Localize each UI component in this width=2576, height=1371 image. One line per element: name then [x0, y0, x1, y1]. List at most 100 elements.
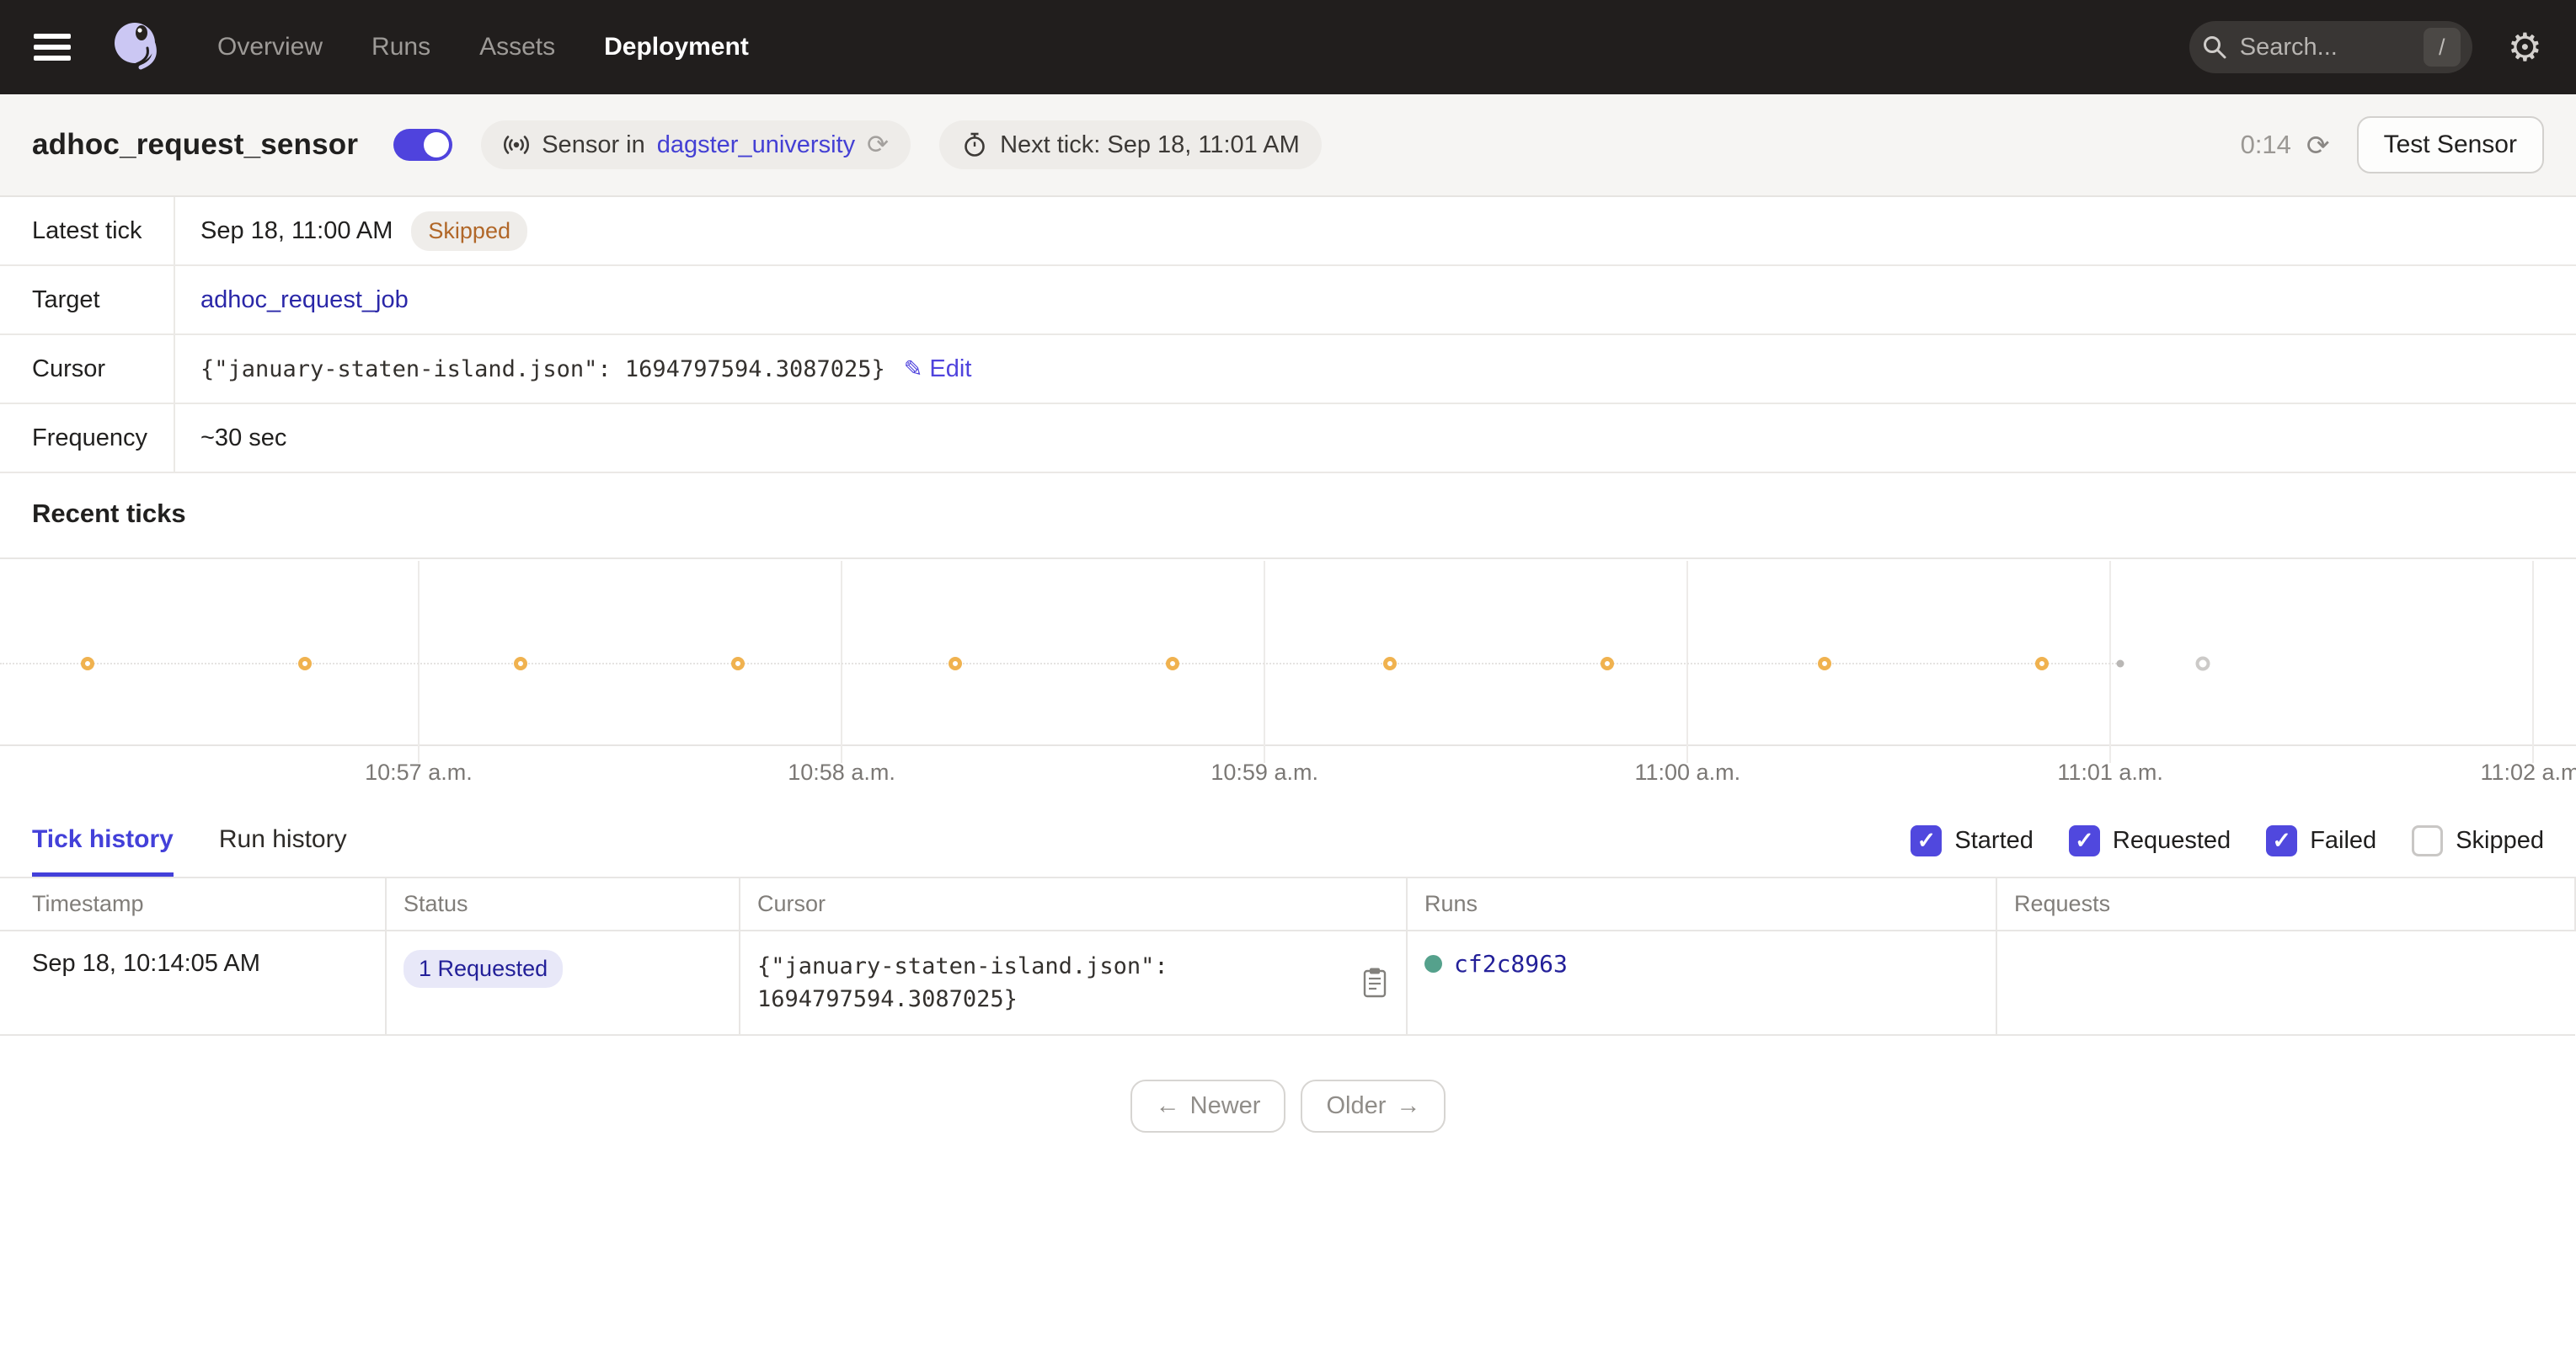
tick-marker[interactable]	[81, 657, 94, 670]
sensor-in-label: Sensor in	[542, 131, 645, 159]
test-sensor-button[interactable]: Test Sensor	[2357, 116, 2544, 173]
nav-item[interactable]: Overview	[217, 33, 323, 61]
timeline-axis-labels: 10:57 a.m.10:58 a.m.10:59 a.m.11:00 a.m.…	[0, 746, 2576, 803]
tick-marker[interactable]	[1166, 657, 1179, 670]
status-cell: 1 Requested	[386, 931, 740, 1035]
filter-label: Requested	[2113, 827, 2231, 855]
timeline-gridline	[841, 561, 842, 763]
search-shortcut-key: /	[2424, 28, 2461, 67]
hamburger-menu-icon[interactable]	[34, 34, 71, 61]
sensor-icon	[503, 131, 530, 158]
nav-items: Overview Runs Assets Deployment	[217, 33, 749, 61]
status-filter-checkbox[interactable]: Requested	[2069, 825, 2231, 856]
toggle-knob	[424, 132, 449, 157]
tick-marker[interactable]	[731, 657, 745, 670]
timeline-gridline	[2109, 561, 2111, 763]
filter-label: Failed	[2310, 827, 2376, 855]
cursor-cell: {"january-staten-island.json": 169479759…	[740, 931, 1407, 1035]
tick-marker[interactable]	[1601, 657, 1614, 670]
tick-history-table: TimestampStatusCursorRunsRequests Sep 18…	[0, 877, 2576, 1036]
run-id-link[interactable]: cf2c8963	[1454, 950, 1568, 978]
sensor-on-toggle[interactable]	[393, 129, 452, 161]
tick-marker[interactable]	[2196, 657, 2210, 671]
history-tab[interactable]: Run history	[219, 825, 347, 877]
tick-marker[interactable]	[1818, 657, 1831, 670]
nav-item[interactable]: Runs	[371, 33, 430, 61]
column-header: Status	[386, 878, 740, 931]
top-nav: Overview Runs Assets Deployment / ⚙	[0, 0, 2576, 94]
run-status-dot	[1424, 955, 1442, 973]
checkbox-icon[interactable]	[2412, 825, 2443, 856]
frequency-value: ~30 sec	[200, 424, 286, 452]
next-tick-label: Next tick: Sep 18, 11:01 AM	[1000, 131, 1300, 159]
timeline-gridline	[418, 561, 420, 763]
search-icon	[2201, 34, 2228, 61]
timeline-gridline	[1686, 561, 1688, 763]
latest-tick-label: Latest tick	[0, 197, 175, 264]
left-arrow-icon: ←	[1156, 1092, 1180, 1120]
dagster-logo[interactable]	[110, 20, 163, 74]
recent-ticks-header: Recent ticks	[0, 473, 2576, 559]
refresh-countdown: 0:14	[2241, 130, 2291, 160]
target-row: Target adhoc_request_job	[0, 266, 2576, 335]
status-filters: Started Requested Failed Skipped	[1911, 825, 2544, 877]
timeline-dotted-line	[0, 663, 2120, 664]
gear-icon[interactable]: ⚙	[2508, 28, 2542, 67]
tick-marker[interactable]	[1383, 657, 1397, 670]
skipped-status-badge: Skipped	[411, 211, 527, 251]
older-button[interactable]: Older →	[1301, 1080, 1446, 1133]
next-tick-badge: Next tick: Sep 18, 11:01 AM	[939, 120, 1322, 169]
tick-marker[interactable]	[298, 657, 312, 670]
tick-marker[interactable]	[2035, 657, 2049, 670]
edit-cursor-link[interactable]: ✎ Edit	[904, 355, 972, 383]
nav-item[interactable]: Assets	[479, 33, 555, 61]
history-tabs-row: Tick history Run history Started Requeste…	[0, 803, 2576, 877]
cursor-value: {"january-staten-island.json": 169479759…	[200, 356, 885, 382]
timeline-gridline	[1264, 561, 1265, 763]
sensor-header: adhoc_request_sensor Sensor in dagster_u…	[0, 94, 2576, 197]
tick-marker[interactable]	[949, 657, 962, 670]
tick-marker[interactable]	[2117, 660, 2124, 668]
tick-marker[interactable]	[514, 657, 527, 670]
frequency-row: Frequency ~30 sec	[0, 404, 2576, 473]
timestamp-cell: Sep 18, 10:14:05 AM	[0, 931, 386, 1035]
cursor-label: Cursor	[0, 335, 175, 403]
stopwatch-icon	[961, 131, 988, 158]
time-axis-label: 10:58 a.m.	[788, 760, 895, 786]
right-arrow-icon: →	[1396, 1092, 1420, 1120]
requested-status-badge: 1 Requested	[404, 950, 563, 988]
page-title: adhoc_request_sensor	[32, 128, 358, 162]
timeline-gridline	[2532, 561, 2534, 763]
status-filter-checkbox[interactable]: Started	[1911, 825, 2034, 856]
column-header: Requests	[1996, 878, 2575, 931]
status-filter-checkbox[interactable]: Skipped	[2412, 825, 2544, 856]
history-tab[interactable]: Tick history	[32, 825, 174, 877]
code-location-link[interactable]: dagster_university	[657, 131, 855, 159]
target-label: Target	[0, 266, 175, 333]
target-job-link[interactable]: adhoc_request_job	[200, 286, 409, 314]
checkbox-icon[interactable]	[2069, 825, 2100, 856]
search-input[interactable]	[2240, 34, 2424, 61]
column-header: Runs	[1407, 878, 1996, 931]
search-box[interactable]: /	[2189, 21, 2472, 73]
latest-tick-row: Latest tick Sep 18, 11:00 AM Skipped	[0, 197, 2576, 266]
column-header: Timestamp	[0, 878, 386, 931]
time-axis-label: 11:02 a.m.	[2480, 760, 2576, 786]
newer-button[interactable]: ← Newer	[1130, 1080, 1286, 1133]
sensor-location-badge: Sensor in dagster_university ⟳	[481, 120, 911, 169]
filter-label: Skipped	[2456, 827, 2544, 855]
refresh-icon[interactable]: ⟳	[2306, 129, 2330, 162]
reload-location-icon[interactable]: ⟳	[867, 130, 889, 160]
column-header: Cursor	[740, 878, 1407, 931]
copy-cursor-icon[interactable]	[1360, 966, 1389, 1000]
checkbox-icon[interactable]	[1911, 825, 1942, 856]
runs-cell: cf2c8963	[1407, 931, 1996, 1035]
time-axis-label: 11:01 a.m.	[2057, 760, 2163, 786]
table-header-row: TimestampStatusCursorRunsRequests	[0, 878, 2575, 931]
status-filter-checkbox[interactable]: Failed	[2266, 825, 2376, 856]
cursor-row: Cursor {"january-staten-island.json": 16…	[0, 335, 2576, 404]
time-axis-label: 10:59 a.m.	[1211, 760, 1318, 786]
nav-item[interactable]: Deployment	[604, 33, 749, 61]
checkbox-icon[interactable]	[2266, 825, 2297, 856]
requests-cell	[1996, 931, 2575, 1035]
